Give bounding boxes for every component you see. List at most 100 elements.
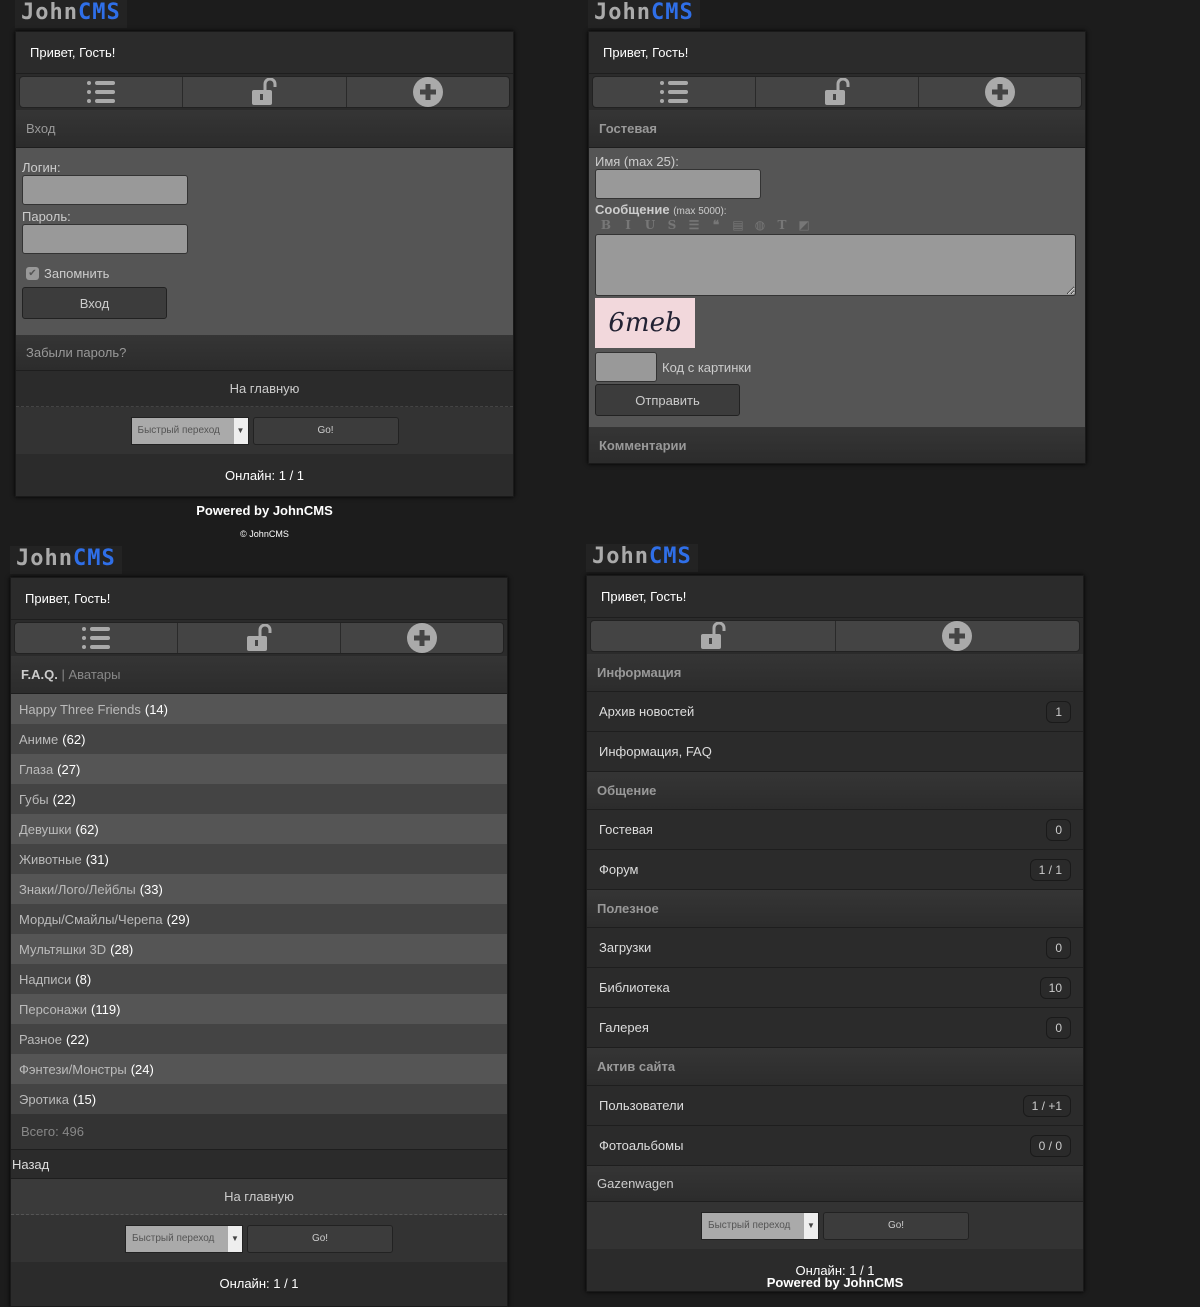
login-button[interactable] — [756, 77, 919, 107]
top-nav — [19, 76, 510, 108]
send-button[interactable]: Отправить — [595, 384, 740, 416]
logo[interactable]: JohnCMS — [10, 546, 122, 574]
password-input[interactable] — [22, 224, 188, 254]
menu-item[interactable]: Загрузки 0 — [587, 928, 1083, 968]
category-count: (27) — [57, 761, 81, 777]
category-name: Девушки — [19, 821, 72, 837]
comments-link[interactable]: Комментарии — [589, 427, 1085, 463]
breadcrumb-current: Аватары — [68, 667, 121, 682]
name-label: Имя (max 25): — [595, 154, 679, 169]
logo[interactable]: JohnCMS — [15, 0, 127, 28]
remember-label: Запомнить — [44, 266, 110, 281]
list-item[interactable]: Девушки (62) — [11, 814, 507, 844]
list-item[interactable]: Животные (31) — [11, 844, 507, 874]
section-header: Гостевая — [589, 110, 1085, 148]
name-input[interactable] — [595, 169, 761, 199]
list-item[interactable]: Happy Three Friends (14) — [11, 694, 507, 724]
bbcode-toolbar: B I U S ☰ ❝ ▤ ◍ T ◩ — [595, 217, 1079, 232]
italic-icon[interactable]: I — [617, 218, 639, 232]
category-name: Фэнтези/Монстры — [19, 1061, 127, 1077]
list-item[interactable]: Персонажи (119) — [11, 994, 507, 1024]
list-item[interactable]: Мультяшки 3D (28) — [11, 934, 507, 964]
menu-item[interactable]: Гостевая 0 — [587, 810, 1083, 850]
text-color-icon[interactable]: T — [771, 218, 793, 232]
section-header: Информация — [587, 654, 1083, 692]
register-button[interactable] — [836, 621, 1080, 651]
menu-button[interactable] — [593, 77, 756, 107]
login-button[interactable] — [178, 623, 341, 653]
home-link[interactable]: На главную — [16, 371, 513, 407]
strike-icon[interactable]: S — [661, 218, 683, 232]
guestbook-page: Привет, Гость! Гостевая Имя (max 25): Со… — [588, 31, 1086, 464]
home-link[interactable]: На главную — [11, 1179, 507, 1215]
bg-color-icon[interactable]: ◩ — [793, 218, 815, 232]
menu-item[interactable]: Форум 1 / 1 — [587, 850, 1083, 890]
greeting: Привет, Гость! — [16, 32, 513, 74]
list-item[interactable]: Надписи (8) — [11, 964, 507, 994]
go-button[interactable]: Go! — [247, 1224, 393, 1253]
quick-jump-select[interactable]: Быстрый переход ▼ — [701, 1211, 819, 1240]
category-count: (31) — [85, 851, 109, 867]
section-header: Вход — [16, 110, 513, 148]
quick-jump-select[interactable]: Быстрый переход ▼ — [130, 416, 249, 445]
list-item[interactable]: Морды/Смайлы/Черепа (29) — [11, 904, 507, 934]
quote-icon[interactable]: ❝ — [705, 218, 727, 232]
quick-jump-value: Быстрый переход — [132, 1233, 215, 1244]
faq-link[interactable]: F.A.Q. — [21, 667, 58, 682]
register-button[interactable] — [341, 623, 503, 653]
list-item[interactable]: Аниме (62) — [11, 724, 507, 754]
php-icon[interactable]: ▤ — [727, 218, 749, 232]
url-icon[interactable]: ◍ — [749, 218, 771, 232]
chevron-down-icon: ▼ — [233, 417, 248, 444]
menu-item-label: Форум — [599, 862, 639, 877]
logo[interactable]: JohnCMS — [586, 544, 698, 572]
underline-icon[interactable]: U — [639, 218, 661, 232]
list-item[interactable]: Знаки/Лого/Лейблы (33) — [11, 874, 507, 904]
menu-item-label: Гостевая — [599, 822, 653, 837]
login-input[interactable] — [22, 175, 188, 205]
list-item[interactable]: Губы (22) — [11, 784, 507, 814]
menu-button[interactable] — [20, 77, 184, 107]
login-submit-button[interactable]: Вход — [22, 287, 167, 319]
plus-circle-icon — [985, 77, 1015, 107]
count-badge: 1 / +1 — [1022, 1094, 1071, 1117]
menu-button[interactable] — [15, 623, 178, 653]
list-icon[interactable]: ☰ — [683, 218, 705, 232]
list-item[interactable]: Глаза (27) — [11, 754, 507, 784]
list-item[interactable]: Разное (22) — [11, 1024, 507, 1054]
list-item[interactable]: Фэнтези/Монстры (24) — [11, 1054, 507, 1084]
greeting: Привет, Гость! — [589, 32, 1085, 74]
chevron-down-icon: ▼ — [804, 1212, 818, 1239]
section-header: Общение — [587, 772, 1083, 810]
category-count: (119) — [91, 1001, 121, 1017]
menu-item[interactable]: Пользователи 1 / +1 — [587, 1086, 1083, 1126]
logo[interactable]: JohnCMS — [588, 0, 700, 28]
count-badge: 0 / 0 — [1029, 1134, 1071, 1157]
bold-icon[interactable]: B — [595, 218, 617, 232]
menu-item[interactable]: Архив новостей 1 — [587, 692, 1083, 732]
register-button[interactable] — [347, 77, 509, 107]
menu-item[interactable]: Фотоальбомы 0 / 0 — [587, 1126, 1083, 1166]
remember-checkbox[interactable]: ✔ — [26, 267, 39, 280]
greeting: Привет, Гость! — [587, 576, 1083, 618]
password-label: Пароль: — [22, 209, 71, 224]
total-count: Всего: 496 — [11, 1114, 507, 1150]
go-button[interactable]: Go! — [252, 416, 399, 445]
go-button[interactable]: Go! — [823, 1211, 969, 1240]
captcha-input[interactable] — [595, 352, 657, 382]
register-button[interactable] — [919, 77, 1081, 107]
forgot-password-link[interactable]: Забыли пароль? — [16, 335, 513, 371]
menu-item[interactable]: Библиотека 10 — [587, 968, 1083, 1008]
copyright: © JohnCMS — [240, 529, 289, 539]
back-link[interactable]: Назад — [11, 1150, 507, 1179]
category-name: Губы — [19, 791, 49, 807]
list-item[interactable]: Эротика (15) — [11, 1084, 507, 1114]
message-textarea[interactable] — [595, 234, 1076, 296]
menu-item[interactable]: Информация, FAQ — [587, 732, 1083, 772]
menu-item[interactable]: Галерея 0 — [587, 1008, 1083, 1048]
login-button[interactable] — [183, 77, 347, 107]
quick-jump-select[interactable]: Быстрый переход ▼ — [125, 1224, 243, 1253]
login-button[interactable] — [591, 621, 836, 651]
category-count: (28) — [110, 941, 134, 957]
last-item[interactable]: Gazenwagen — [587, 1166, 1083, 1202]
